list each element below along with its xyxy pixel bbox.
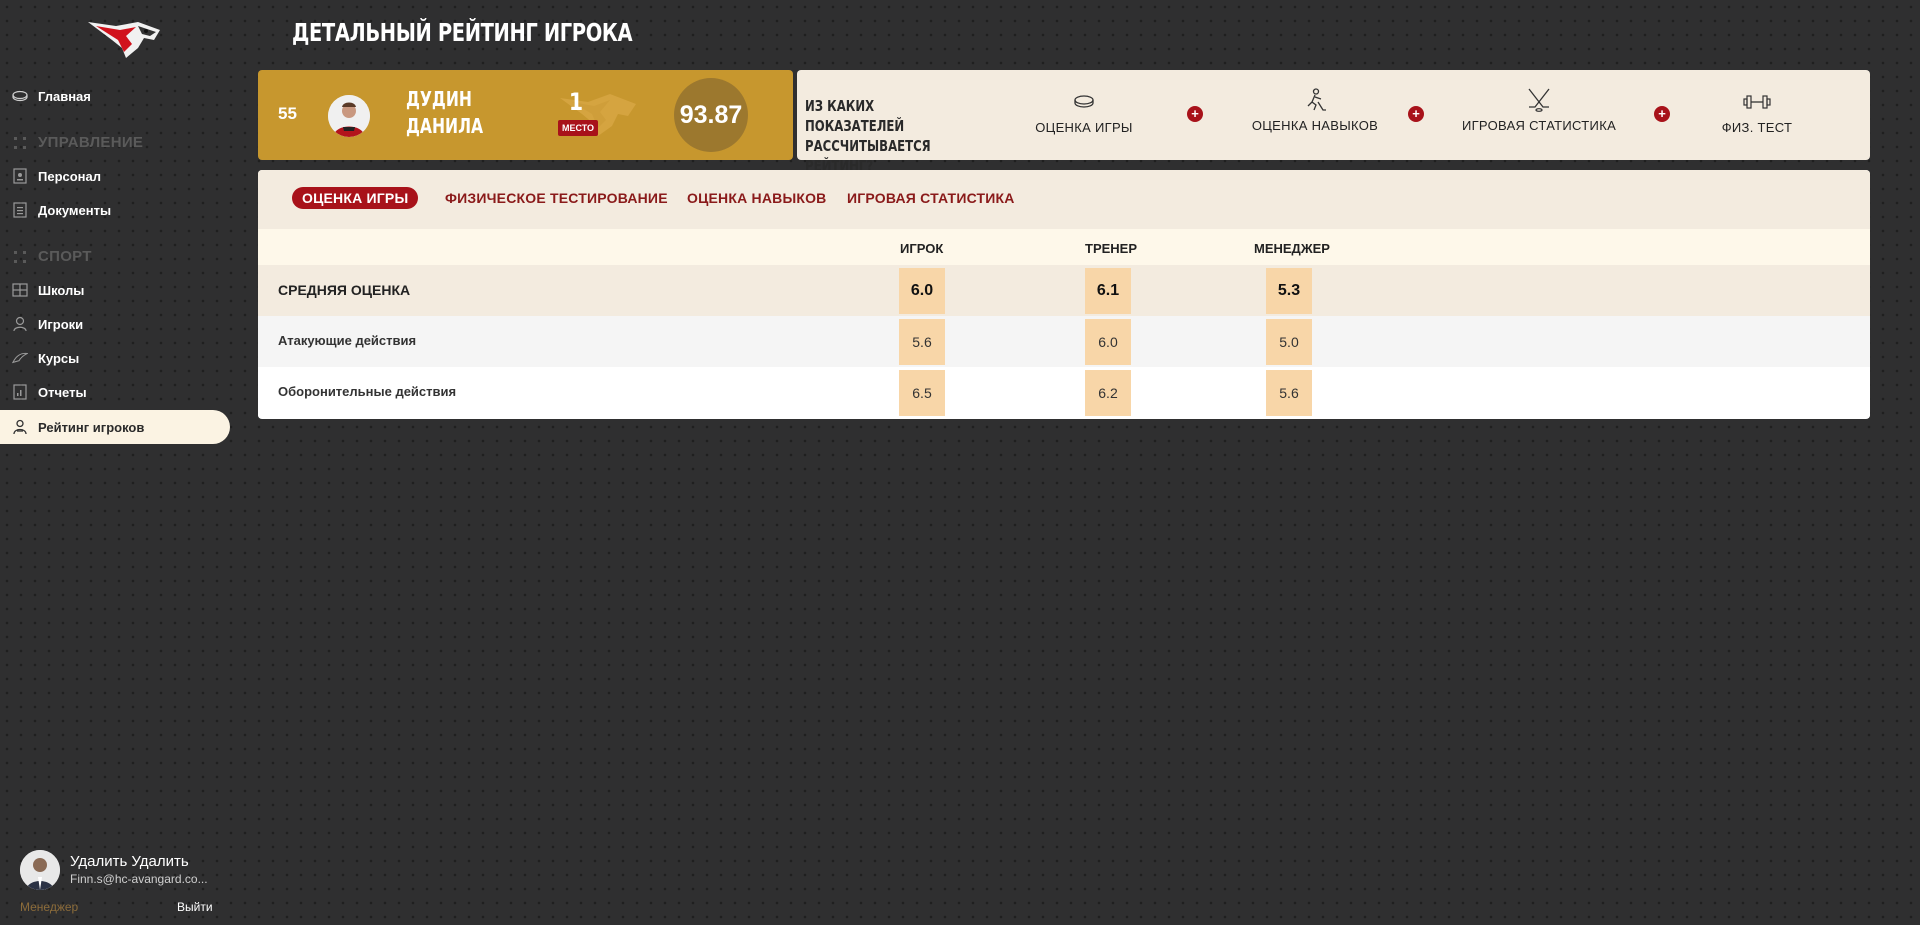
score-cell-player: 5.6 xyxy=(899,319,945,365)
info-item-label: ОЦЕНКА ИГРЫ xyxy=(1035,120,1133,135)
player-card: 55 ДУДИН ДАНИЛА 1 МЕСТО 93.87 xyxy=(258,70,793,160)
dumbbell-icon xyxy=(1707,90,1807,114)
sidebar-item-home[interactable]: Главная xyxy=(0,79,230,113)
table-row: СРЕДНЯЯ ОЦЕНКА 6.0 6.1 5.3 xyxy=(258,265,1870,316)
score-cell-player: 6.5 xyxy=(899,370,945,416)
player-name: ДУДИН ДАНИЛА xyxy=(406,86,500,140)
score-cell-player: 6.0 xyxy=(899,268,945,314)
sidebar-item-label: Школы xyxy=(38,282,85,298)
table-header: ИГРОК ТРЕНЕР МЕНЕДЖЕР xyxy=(258,229,1870,265)
page-title: ДЕТАЛЬНЫЙ РЕЙТИНГ ИГРОКА xyxy=(292,18,633,47)
info-item-phys-test: ФИЗ. ТЕСТ xyxy=(1707,90,1807,135)
info-item-game-score: ОЦЕНКА ИГРЫ xyxy=(1029,90,1139,135)
column-header-player: ИГРОК xyxy=(900,241,944,256)
user-role: Менеджер xyxy=(20,900,79,914)
section-sport: СПОРТ xyxy=(12,248,92,265)
section-management: УПРАВЛЕНИЕ xyxy=(12,134,143,151)
sidebar-item-player-rating[interactable]: Рейтинг игроков xyxy=(0,410,230,444)
sidebar-item-label: Персонал xyxy=(38,168,102,184)
tabs-bar: ОЦЕНКА ИГРЫ ФИЗИЧЕСКОЕ ТЕСТИРОВАНИЕ ОЦЕН… xyxy=(258,170,1870,229)
plus-icon: + xyxy=(1654,106,1670,122)
puck-icon xyxy=(12,88,28,104)
sidebar-item-label: Рейтинг игроков xyxy=(38,419,145,435)
sidebar-item-reports[interactable]: Отчеты xyxy=(0,375,230,409)
info-item-skills: ОЦЕНКА НАВЫКОВ xyxy=(1245,88,1385,133)
table-row: Атакующие действия 5.6 6.0 5.0 xyxy=(258,316,1870,367)
building-icon xyxy=(12,282,28,298)
sidebar-item-label: Отчеты xyxy=(38,384,87,400)
sidebar-item-players[interactable]: Игроки xyxy=(0,307,230,341)
column-header-manager: МЕНЕДЖЕР xyxy=(1254,241,1330,256)
sidebar-item-staff[interactable]: Персонал xyxy=(0,159,230,193)
sidebar-item-label: Документы xyxy=(38,202,112,218)
player-photo xyxy=(328,95,370,137)
place-label: МЕСТО xyxy=(558,120,599,136)
score-cell-coach: 6.0 xyxy=(1085,319,1131,365)
sidebar-item-label: Курсы xyxy=(38,350,80,366)
skater-icon xyxy=(1245,88,1385,112)
player-icon xyxy=(12,316,28,332)
sidebar-item-courses[interactable]: Курсы xyxy=(0,341,230,375)
row-label: Оборонительные действия xyxy=(278,384,457,399)
rating-table-card: ОЦЕНКА ИГРЫ ФИЗИЧЕСКОЕ ТЕСТИРОВАНИЕ ОЦЕН… xyxy=(258,170,1870,419)
score-cell-manager: 5.0 xyxy=(1266,319,1312,365)
score-cell-coach: 6.1 xyxy=(1085,268,1131,314)
section-label: СПОРТ xyxy=(38,248,92,265)
plus-icon: + xyxy=(1408,106,1424,122)
report-icon xyxy=(12,384,28,400)
info-item-game-stats: ИГРОВАЯ СТАТИСТИКА xyxy=(1454,88,1624,133)
place-block: 1 МЕСТО xyxy=(542,88,652,144)
row-label: Атакующие действия xyxy=(278,333,417,348)
tab-skills[interactable]: ОЦЕНКА НАВЫКОВ xyxy=(687,187,827,209)
user-name: Удалить Удалить xyxy=(70,853,189,870)
tab-physical-testing[interactable]: ФИЗИЧЕСКОЕ ТЕСТИРОВАНИЕ xyxy=(445,187,668,209)
sidebar-item-label: Главная xyxy=(38,88,91,104)
sidebar-item-schools[interactable]: Школы xyxy=(0,273,230,307)
drag-dots-icon xyxy=(12,249,28,265)
badge-icon xyxy=(12,168,28,184)
score-cell-manager: 5.3 xyxy=(1266,268,1312,314)
score-cell-coach: 6.2 xyxy=(1085,370,1131,416)
player-firstname: ДАНИЛА xyxy=(406,114,484,138)
rating-question: ИЗ КАКИХ ПОКАЗАТЕЛЕЙ РАССЧИТЫВАЕТСЯ РЕЙТ… xyxy=(805,97,931,175)
tab-game-stats[interactable]: ИГРОВАЯ СТАТИСТИКА xyxy=(847,187,1015,209)
place-number: 1 xyxy=(568,88,584,116)
avatar[interactable] xyxy=(20,850,60,890)
row-label: СРЕДНЯЯ ОЦЕНКА xyxy=(278,282,411,298)
document-icon xyxy=(12,202,28,218)
feather-icon xyxy=(12,350,28,366)
info-item-label: ОЦЕНКА НАВЫКОВ xyxy=(1251,118,1379,133)
drag-dots-icon xyxy=(12,135,28,151)
player-number: 55 xyxy=(278,104,297,123)
plus-icon: + xyxy=(1187,106,1203,122)
rating-composition-card: ИЗ КАКИХ ПОКАЗАТЕЛЕЙ РАССЧИТЫВАЕТСЯ РЕЙТ… xyxy=(797,70,1870,175)
hawk-logo-icon[interactable] xyxy=(86,18,162,60)
rating-score: 93.87 xyxy=(674,78,748,152)
section-label: УПРАВЛЕНИЕ xyxy=(38,134,144,151)
score-cell-manager: 5.6 xyxy=(1266,370,1312,416)
crossed-sticks-icon xyxy=(1454,88,1624,112)
column-header-coach: ТРЕНЕР xyxy=(1085,241,1138,256)
sidebar-item-documents[interactable]: Документы xyxy=(0,193,230,227)
sidebar: Главная УПРАВЛЕНИЕ Персонал Документы СП… xyxy=(0,0,230,925)
tab-game-score[interactable]: ОЦЕНКА ИГРЫ xyxy=(292,187,419,209)
info-item-label: ФИЗ. ТЕСТ xyxy=(1721,120,1793,135)
table-row: Оборонительные действия 6.5 6.2 5.6 xyxy=(258,367,1870,418)
player-surname: ДУДИН xyxy=(406,87,472,111)
puck-icon xyxy=(1029,90,1139,114)
rating-icon xyxy=(12,419,28,435)
sidebar-item-label: Игроки xyxy=(38,316,84,332)
user-email: Finn.s@hc-avangard.co... xyxy=(70,872,208,886)
info-item-label: ИГРОВАЯ СТАТИСТИКА xyxy=(1461,118,1617,133)
logout-button[interactable]: Выйти xyxy=(177,900,213,914)
